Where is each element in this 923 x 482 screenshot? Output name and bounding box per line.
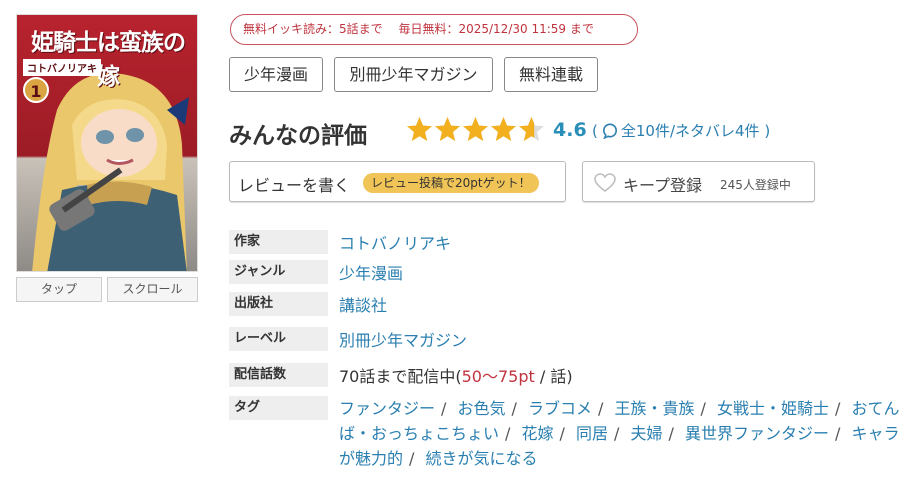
- genre-tag-free-serial[interactable]: 無料連載: [504, 57, 598, 92]
- tag-separator: /: [559, 424, 565, 443]
- episode-price: 50〜75pt: [461, 367, 535, 386]
- cover-author: コトバノリアキ: [23, 59, 101, 76]
- genre-link[interactable]: 少年漫画: [339, 260, 403, 284]
- genre-tag-shonen[interactable]: 少年漫画: [229, 57, 323, 92]
- cover-volume-badge: 1: [23, 77, 49, 103]
- tag-link[interactable]: 続きが気になる: [426, 449, 538, 468]
- tap-mode-button[interactable]: タップ: [16, 277, 102, 302]
- tag-link[interactable]: 夫婦: [631, 424, 663, 443]
- info-key-publisher: 出版社: [229, 292, 328, 316]
- info-key-author: 作家: [229, 230, 328, 254]
- daily-free-text: 毎日無料：2025/12/30 11:59 まで: [398, 22, 594, 36]
- tag-separator: /: [441, 399, 447, 418]
- review-count-text: 全10件/ネタバレ4件: [620, 122, 760, 140]
- tag-separator: /: [668, 424, 674, 443]
- tag-link[interactable]: 王族・貴族: [615, 399, 695, 418]
- info-key-genre: ジャンル: [229, 260, 328, 284]
- close-paren: ): [764, 122, 771, 140]
- label-link[interactable]: 別冊少年マガジン: [339, 327, 467, 351]
- comic-cover[interactable]: 姫騎士は蛮族の嫁 コトバノリアキ 1: [16, 14, 198, 272]
- tag-link[interactable]: 異世界ファンタジー: [685, 424, 829, 443]
- tag-link[interactable]: ラブコメ: [528, 399, 592, 418]
- tag-link[interactable]: お色気: [458, 399, 506, 418]
- tag-link[interactable]: 花嫁: [522, 424, 554, 443]
- tag-separator: /: [505, 424, 511, 443]
- tag-link[interactable]: 女戦士・姫騎士: [717, 399, 829, 418]
- scroll-mode-button[interactable]: スクロール: [107, 277, 198, 302]
- star-icon: [407, 117, 432, 141]
- tag-separator: /: [614, 424, 620, 443]
- star-icon: [519, 117, 544, 141]
- tag-separator: /: [700, 399, 706, 418]
- star-icon: [435, 117, 460, 141]
- star-rating: [406, 116, 546, 144]
- tag-separator: /: [409, 449, 415, 468]
- keep-button[interactable]: キープ登録 245人登録中: [582, 161, 815, 202]
- write-review-label: レビューを書く: [238, 176, 351, 195]
- episodes-suffix: / 話): [534, 367, 573, 386]
- write-review-button[interactable]: レビューを書く レビュー投稿で20ptゲット！: [229, 161, 566, 202]
- publisher-link[interactable]: 講談社: [339, 292, 387, 316]
- rating-heading: みんなの評価: [229, 123, 367, 149]
- tag-list: ファンタジー / お色気 / ラブコメ / 王族・貴族 / 女戦士・姫騎士 / おてんば・…: [339, 396, 909, 471]
- free-binge-text: 無料イッキ読み：5話まで: [243, 22, 383, 36]
- cover-title: 姫騎士は蛮族の嫁: [31, 29, 186, 90]
- tag-separator: /: [598, 399, 604, 418]
- rating-score: 4.6: [553, 119, 587, 141]
- info-key-tags: タグ: [229, 396, 328, 420]
- keep-count: 245人登録中: [720, 178, 791, 192]
- open-paren: (: [592, 122, 598, 140]
- keep-label: キープ登録: [623, 176, 703, 195]
- tag-link[interactable]: 同居: [576, 424, 608, 443]
- author-link[interactable]: コトバノリアキ: [339, 230, 451, 254]
- heart-icon: [594, 173, 616, 192]
- comment-icon: [602, 123, 617, 139]
- star-icon: [491, 117, 516, 141]
- tag-separator: /: [835, 399, 841, 418]
- episodes-prefix: 70話まで配信中(: [339, 367, 462, 386]
- episodes-value: 70話まで配信中(50〜75pt / 話): [339, 363, 573, 387]
- star-icon: [463, 117, 488, 141]
- tag-separator: /: [511, 399, 517, 418]
- info-key-label: レーベル: [229, 327, 328, 351]
- review-count-link[interactable]: ( 全10件/ネタバレ4件 ): [592, 120, 770, 141]
- review-reward-badge: レビュー投稿で20ptゲット！: [363, 173, 539, 193]
- genre-tag-bessatsu-magazine[interactable]: 別冊少年マガジン: [334, 57, 493, 92]
- tag-link[interactable]: ファンタジー: [339, 399, 435, 418]
- info-key-episodes: 配信話数: [229, 363, 328, 387]
- free-reading-badge: 無料イッキ読み：5話まで 毎日無料：2025/12/30 11:59 まで: [230, 14, 638, 45]
- tag-separator: /: [835, 424, 841, 443]
